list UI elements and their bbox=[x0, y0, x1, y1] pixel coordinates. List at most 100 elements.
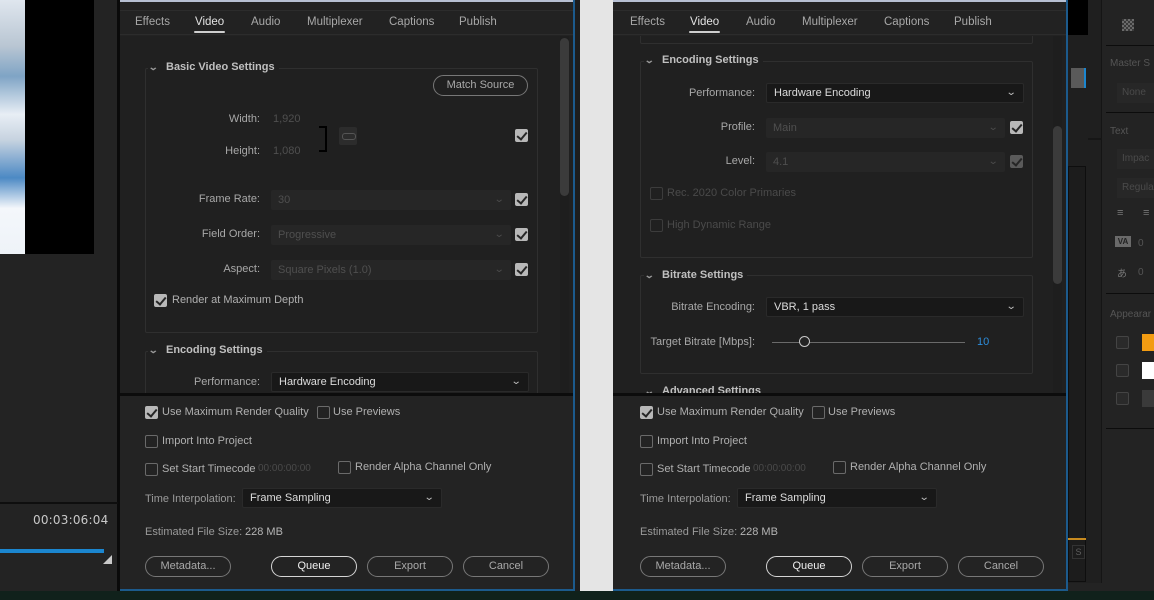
basic-video-settings-header[interactable]: ⌄ Basic Video Settings bbox=[148, 61, 279, 73]
time-interpolation-select[interactable]: Frame Sampling ⌄ bbox=[242, 488, 442, 508]
field-order-override-checkbox[interactable] bbox=[515, 228, 528, 241]
import-into-project-label: Import Into Project bbox=[162, 435, 252, 447]
field-order-select[interactable]: Progressive ⌄ bbox=[271, 225, 511, 245]
master-style-select[interactable]: None bbox=[1117, 83, 1154, 103]
aspect-select[interactable]: Square Pixels (1.0) ⌄ bbox=[271, 260, 511, 280]
tab-video[interactable]: Video bbox=[193, 16, 226, 33]
font-select[interactable]: Impac bbox=[1117, 149, 1154, 169]
profile-override-checkbox[interactable] bbox=[1010, 121, 1023, 134]
align-center-icon[interactable]: ≡ bbox=[1143, 207, 1149, 219]
settings-scrollbar[interactable] bbox=[560, 36, 569, 393]
use-max-render-quality-checkbox[interactable] bbox=[145, 406, 158, 419]
font-style-select[interactable]: Regula bbox=[1117, 178, 1154, 198]
level-select[interactable]: 4.1 ⌄ bbox=[766, 152, 1005, 172]
metadata-button[interactable]: Metadata... bbox=[640, 556, 726, 577]
width-height-override-checkbox[interactable] bbox=[515, 129, 528, 142]
aspect-override-checkbox[interactable] bbox=[515, 263, 528, 276]
rec2020-label: Rec. 2020 Color Primaries bbox=[667, 187, 796, 199]
tab-audio[interactable]: Audio bbox=[746, 16, 775, 28]
estimated-file-size-label: Estimated File Size: bbox=[640, 526, 738, 538]
performance-select[interactable]: Hardware Encoding ⌄ bbox=[766, 83, 1024, 103]
use-max-render-quality-label: Use Maximum Render Quality bbox=[162, 406, 309, 418]
use-max-render-quality-checkbox[interactable] bbox=[640, 406, 653, 419]
performance-label: Performance: bbox=[688, 87, 755, 99]
chevron-down-icon: ⌄ bbox=[644, 55, 655, 65]
queue-button[interactable]: Queue bbox=[271, 556, 357, 577]
fill-checkbox[interactable] bbox=[1116, 336, 1129, 349]
use-previews-checkbox[interactable] bbox=[812, 406, 825, 419]
tab-effects[interactable]: Effects bbox=[135, 16, 170, 28]
cancel-button[interactable]: Cancel bbox=[958, 556, 1044, 577]
target-bitrate-slider-handle[interactable] bbox=[799, 336, 810, 347]
render-max-depth-checkbox[interactable] bbox=[154, 294, 167, 307]
bitrate-settings-header[interactable]: ⌄ Bitrate Settings bbox=[644, 269, 748, 281]
start-timecode-field[interactable]: 00:00:00:00 bbox=[753, 463, 806, 474]
performance-select[interactable]: Hardware Encoding ⌄ bbox=[271, 372, 529, 392]
export-footer: Use Maximum Render Quality Use Previews … bbox=[120, 393, 573, 589]
use-previews-checkbox[interactable] bbox=[317, 406, 330, 419]
chain-link-icon[interactable] bbox=[339, 127, 357, 145]
solo-button[interactable]: S bbox=[1072, 545, 1085, 559]
match-source-button[interactable]: Match Source bbox=[433, 75, 528, 96]
frame-rate-override-checkbox[interactable] bbox=[515, 193, 528, 206]
encoding-settings-header[interactable]: ⌄ Encoding Settings bbox=[148, 344, 267, 356]
frame-rate-select[interactable]: 30 ⌄ bbox=[271, 190, 511, 210]
profile-select[interactable]: Main ⌄ bbox=[766, 118, 1005, 138]
rec2020-checkbox[interactable] bbox=[650, 187, 663, 200]
section-divider bbox=[1106, 428, 1154, 429]
level-override-checkbox[interactable] bbox=[1010, 155, 1023, 168]
tab-captions[interactable]: Captions bbox=[884, 16, 929, 28]
target-bitrate-value[interactable]: 10 bbox=[977, 336, 989, 348]
import-into-project-checkbox[interactable] bbox=[145, 435, 158, 448]
resize-corner-icon[interactable] bbox=[103, 555, 112, 564]
encoding-settings-header[interactable]: ⌄ Encoding Settings bbox=[644, 54, 763, 66]
tab-multiplexer[interactable]: Multiplexer bbox=[802, 16, 858, 28]
fill-color-swatch[interactable] bbox=[1142, 334, 1154, 351]
tab-effects[interactable]: Effects bbox=[630, 16, 665, 28]
settings-scrollbar[interactable] bbox=[1053, 36, 1062, 393]
stroke-color-swatch[interactable] bbox=[1142, 362, 1154, 379]
render-alpha-only-checkbox[interactable] bbox=[833, 461, 846, 474]
playhead-timecode[interactable]: 00:03:06:04 bbox=[33, 513, 108, 527]
tab-multiplexer[interactable]: Multiplexer bbox=[307, 16, 363, 28]
export-button[interactable]: Export bbox=[367, 556, 453, 577]
export-button[interactable]: Export bbox=[862, 556, 948, 577]
advanced-settings-header[interactable]: ⌄ Advanced Settings bbox=[644, 385, 766, 393]
use-max-render-quality-label: Use Maximum Render Quality bbox=[657, 406, 804, 418]
tab-video[interactable]: Video bbox=[688, 16, 721, 33]
chevron-down-icon: ⌄ bbox=[1005, 301, 1017, 312]
meter-level bbox=[1068, 538, 1086, 540]
stroke-checkbox[interactable] bbox=[1116, 364, 1129, 377]
aspect-label: Aspect: bbox=[223, 263, 260, 275]
clip-fragment bbox=[1071, 68, 1084, 88]
set-start-timecode-label: Set Start Timecode bbox=[162, 463, 256, 475]
chevron-down-icon: ⌄ bbox=[423, 492, 435, 503]
hdr-checkbox[interactable] bbox=[650, 219, 663, 232]
start-timecode-field[interactable]: 00:00:00:00 bbox=[258, 463, 311, 474]
set-start-timecode-checkbox[interactable] bbox=[640, 463, 653, 476]
bitrate-encoding-select[interactable]: VBR, 1 pass ⌄ bbox=[766, 297, 1024, 317]
metadata-button[interactable]: Metadata... bbox=[145, 556, 231, 577]
cancel-button[interactable]: Cancel bbox=[463, 556, 549, 577]
audio-meter bbox=[1068, 166, 1086, 582]
set-start-timecode-checkbox[interactable] bbox=[145, 463, 158, 476]
shadow-color-swatch[interactable] bbox=[1142, 390, 1154, 407]
import-into-project-checkbox[interactable] bbox=[640, 435, 653, 448]
tracking-value[interactable]: 0 bbox=[1138, 238, 1144, 249]
tab-publish[interactable]: Publish bbox=[459, 16, 497, 28]
chevron-down-icon: ⌄ bbox=[918, 492, 930, 503]
scrollbar-thumb[interactable] bbox=[560, 38, 569, 196]
queue-button[interactable]: Queue bbox=[766, 556, 852, 577]
height-field[interactable]: 1,080 bbox=[273, 145, 301, 157]
performance-label: Performance: bbox=[193, 376, 260, 388]
time-interpolation-select[interactable]: Frame Sampling ⌄ bbox=[737, 488, 937, 508]
align-left-icon[interactable]: ≡ bbox=[1117, 207, 1123, 219]
tab-publish[interactable]: Publish bbox=[954, 16, 992, 28]
tab-captions[interactable]: Captions bbox=[389, 16, 434, 28]
tab-audio[interactable]: Audio bbox=[251, 16, 280, 28]
width-field[interactable]: 1,920 bbox=[273, 113, 301, 125]
scrollbar-thumb[interactable] bbox=[1053, 126, 1062, 284]
render-alpha-only-checkbox[interactable] bbox=[338, 461, 351, 474]
kerning-value[interactable]: 0 bbox=[1138, 267, 1144, 278]
shadow-checkbox[interactable] bbox=[1116, 392, 1129, 405]
